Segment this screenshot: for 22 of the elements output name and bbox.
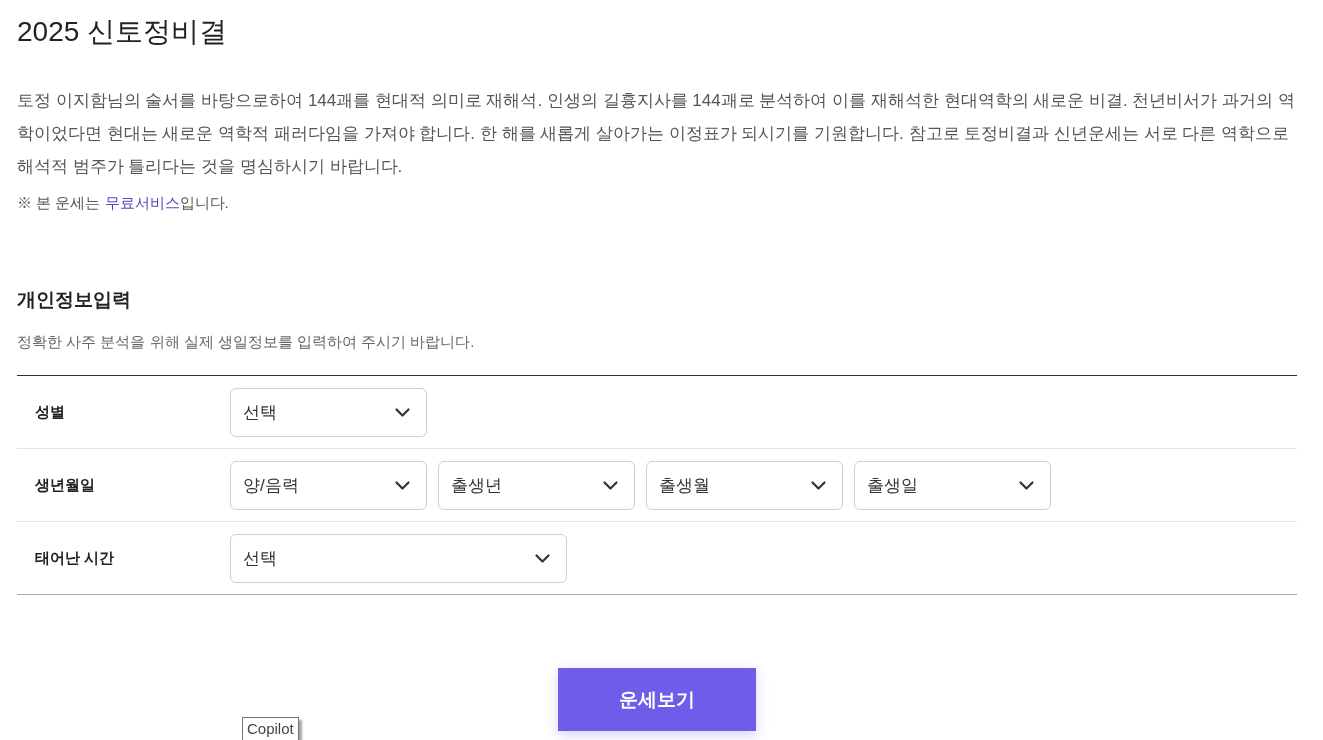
dropdown[interactable]: 출생년 bbox=[438, 460, 635, 510]
description-text: 토정 이지함님의 술서를 바탕으로하여 144괘를 현대적 의미로 재해석. 인생의 길흉지사를 144괘로 분석하여 이를 재해석한 현대역학의 새로운 비결. 천년비서가 과거의 역학이었다면 현대는 새로운 역학적 패러다임을 가져야 합니다. 한 해를 새롭게 살아가는 이정표가 되시기를 기원합니다. 참고로 토정비결과 신년운세는 서로 다른 역학으로 해석적 범주가 틀리다는 것을 명심하시기 바랍니다. bbox=[17, 90, 1296, 178]
hint-text: 정확한 사주 분석을 위해 실제 생일정보를 입력하여 주시기 바랍니다. bbox=[17, 332, 476, 352]
section-title: 개인정보입력 bbox=[17, 288, 132, 312]
tooltip: Copilot bbox=[242, 717, 299, 740]
dropdown[interactable]: 양/음력 bbox=[230, 460, 427, 510]
dropdown[interactable]: 출생일 bbox=[854, 460, 1051, 510]
chevron-down-icon bbox=[603, 480, 618, 490]
submit-button[interactable]: 운세보기 bbox=[558, 668, 756, 731]
dropdown[interactable]: 선택 bbox=[230, 533, 567, 583]
notice-text: ※ 본 운세는 무료서비스입니다. bbox=[17, 193, 230, 213]
chevron-down-icon bbox=[535, 553, 550, 563]
chevron-down-icon bbox=[395, 407, 410, 417]
field-label: 태어난 시간 bbox=[34, 548, 116, 568]
dropdown[interactable]: 출생월 bbox=[646, 460, 843, 510]
chevron-down-icon bbox=[395, 480, 410, 490]
page-title: 2025 신토정비결 bbox=[17, 15, 229, 49]
dropdown[interactable]: 선택 bbox=[230, 387, 427, 437]
field-label: 생년월일 bbox=[34, 475, 96, 495]
chevron-down-icon bbox=[1019, 480, 1034, 490]
field-label: 성별 bbox=[34, 402, 66, 422]
chevron-down-icon bbox=[811, 480, 826, 490]
